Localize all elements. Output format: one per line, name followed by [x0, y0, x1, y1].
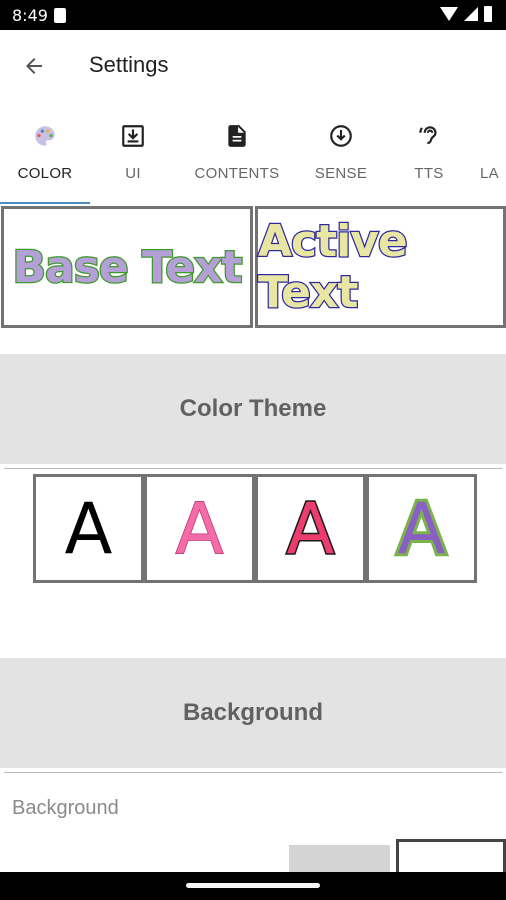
hearing-icon — [415, 122, 443, 150]
arrow-circle-down-icon — [327, 122, 355, 150]
tab-label: TTS — [414, 165, 444, 182]
text-preview: Base Text Active Text — [0, 206, 506, 328]
status-bar: 8:49 — [0, 0, 506, 30]
tab-tts[interactable]: TTS — [396, 102, 462, 204]
tab-label: COLOR — [17, 165, 73, 182]
tab-indicator — [0, 202, 90, 204]
status-time: 8:49 — [12, 6, 48, 25]
navigation-bar — [0, 872, 506, 900]
active-text-preview[interactable]: Active Text — [255, 206, 506, 328]
tab-label: CONTENTS — [194, 165, 280, 182]
section-title: Color Theme — [179, 395, 327, 422]
color-theme-option[interactable]: A — [33, 474, 144, 583]
color-theme-option[interactable]: A — [144, 474, 255, 583]
theme-letter: A — [285, 487, 336, 570]
wifi-icon — [440, 7, 458, 21]
active-text-label: Active Text — [257, 215, 409, 320]
section-title: Background — [182, 699, 323, 726]
battery-icon — [484, 6, 492, 22]
background-header: Background — [0, 658, 506, 768]
tab-sense[interactable]: SENSE — [300, 102, 382, 204]
tab-la[interactable]: LA — [480, 102, 506, 204]
settings-tabs: COLOR UI CONTENTS SENSE TTS LA — [0, 102, 506, 204]
base-text-preview[interactable]: Base Text — [1, 206, 253, 328]
base-text-label: Base Text — [11, 240, 244, 294]
tab-label: LA — [480, 165, 499, 182]
arrow-back-icon — [26, 58, 42, 74]
document-icon — [223, 122, 251, 150]
color-theme-header: Color Theme — [0, 354, 506, 464]
background-swatch-gray[interactable] — [289, 845, 390, 875]
color-theme-option[interactable]: A — [366, 474, 477, 583]
tab-label: UI — [125, 165, 141, 182]
divider — [4, 772, 502, 773]
theme-letter: A — [395, 487, 449, 570]
tab-ui[interactable]: UI — [90, 102, 176, 204]
home-handle[interactable] — [186, 883, 320, 888]
signal-icon — [464, 7, 478, 21]
palette-icon — [31, 122, 59, 150]
status-icons — [440, 6, 492, 22]
tab-label: SENSE — [314, 165, 368, 182]
theme-letter: A — [64, 487, 113, 570]
theme-letter: A — [175, 487, 224, 570]
background-label: Background — [12, 797, 119, 819]
back-button[interactable] — [20, 52, 48, 80]
divider — [4, 468, 502, 469]
download-box-icon — [119, 122, 147, 150]
color-theme-option[interactable]: A — [255, 474, 366, 583]
app-bar: Settings — [0, 30, 506, 102]
tab-color[interactable]: COLOR — [0, 102, 90, 204]
tab-contents[interactable]: CONTENTS — [188, 102, 286, 204]
page-title: Settings — [89, 52, 169, 77]
sim-card-icon — [54, 8, 66, 23]
